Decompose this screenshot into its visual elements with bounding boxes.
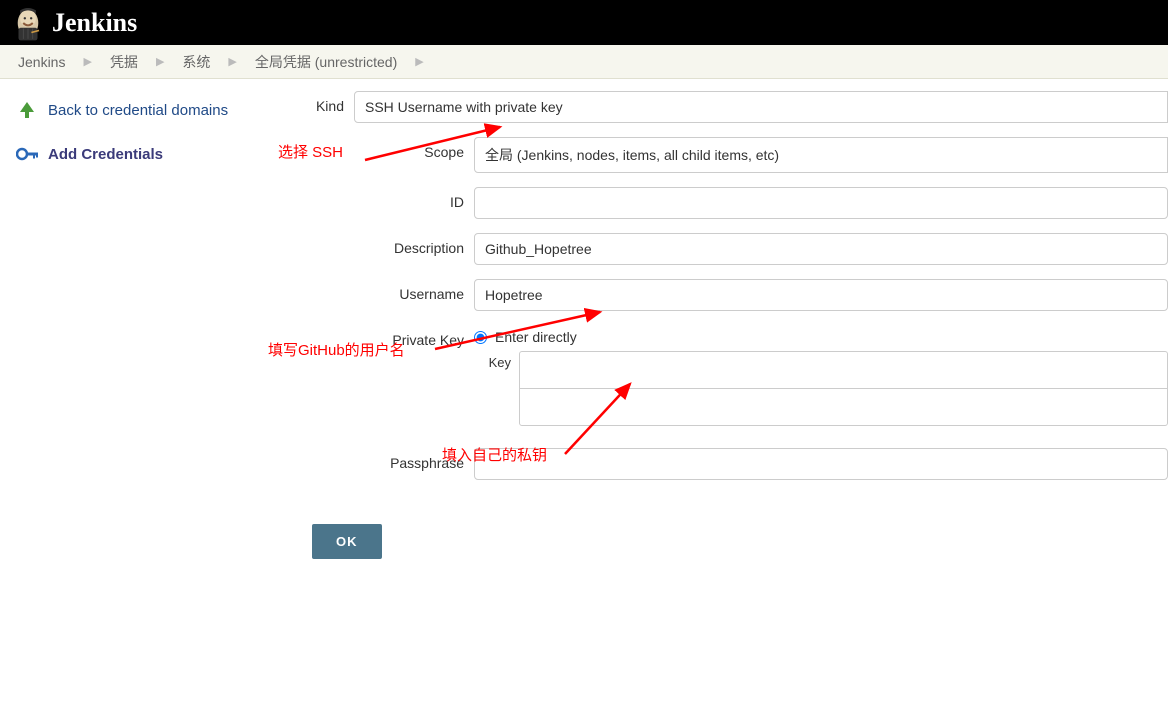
username-input[interactable] (474, 279, 1168, 311)
header: Jenkins (0, 0, 1168, 45)
private-key-textarea-2[interactable] (519, 388, 1168, 426)
breadcrumb-item-system[interactable]: 系统 (176, 52, 216, 72)
id-label: ID (354, 187, 474, 210)
passphrase-input[interactable] (474, 448, 1168, 480)
sidebar: Back to credential domains Add Credentia… (0, 79, 300, 559)
chevron-icon: ▶ (77, 55, 97, 68)
passphrase-label: Passphrase (354, 448, 474, 471)
app-name: Jenkins (52, 8, 137, 38)
main-form: Kind SSH Username with private key Scope… (300, 79, 1168, 559)
description-label: Description (354, 233, 474, 256)
private-key-textarea[interactable] (519, 351, 1168, 388)
username-label: Username (354, 279, 474, 302)
scope-label: Scope (354, 137, 474, 160)
chevron-icon: ▶ (409, 55, 429, 68)
breadcrumb-item-credentials[interactable]: 凭据 (104, 52, 144, 72)
description-input[interactable] (474, 233, 1168, 265)
scope-select[interactable]: 全局 (Jenkins, nodes, items, all child ite… (474, 137, 1168, 173)
kind-label: Kind (300, 91, 354, 114)
logo[interactable]: Jenkins (12, 4, 137, 42)
enter-directly-label: Enter directly (495, 329, 577, 345)
kind-select[interactable]: SSH Username with private key (354, 91, 1168, 123)
jenkins-logo-icon (12, 4, 44, 42)
back-link-label[interactable]: Back to credential domains (48, 102, 228, 119)
chevron-icon: ▶ (222, 55, 242, 68)
breadcrumb: Jenkins ▶ 凭据 ▶ 系统 ▶ 全局凭据 (unrestricted) … (0, 45, 1168, 79)
add-credentials-label[interactable]: Add Credentials (48, 146, 163, 163)
sidebar-item-add-credentials[interactable]: Add Credentials (12, 137, 288, 181)
breadcrumb-item-jenkins[interactable]: Jenkins (12, 54, 71, 70)
key-icon (16, 143, 38, 165)
key-sublabel: Key (474, 351, 519, 370)
ok-button[interactable]: OK (312, 524, 382, 559)
breadcrumb-item-global[interactable]: 全局凭据 (unrestricted) (249, 52, 403, 72)
private-key-label: Private Key (354, 325, 474, 348)
id-input[interactable] (474, 187, 1168, 219)
sidebar-item-back[interactable]: Back to credential domains (12, 93, 288, 137)
enter-directly-radio[interactable] (474, 331, 487, 344)
up-arrow-icon (16, 99, 38, 121)
chevron-icon: ▶ (150, 55, 170, 68)
